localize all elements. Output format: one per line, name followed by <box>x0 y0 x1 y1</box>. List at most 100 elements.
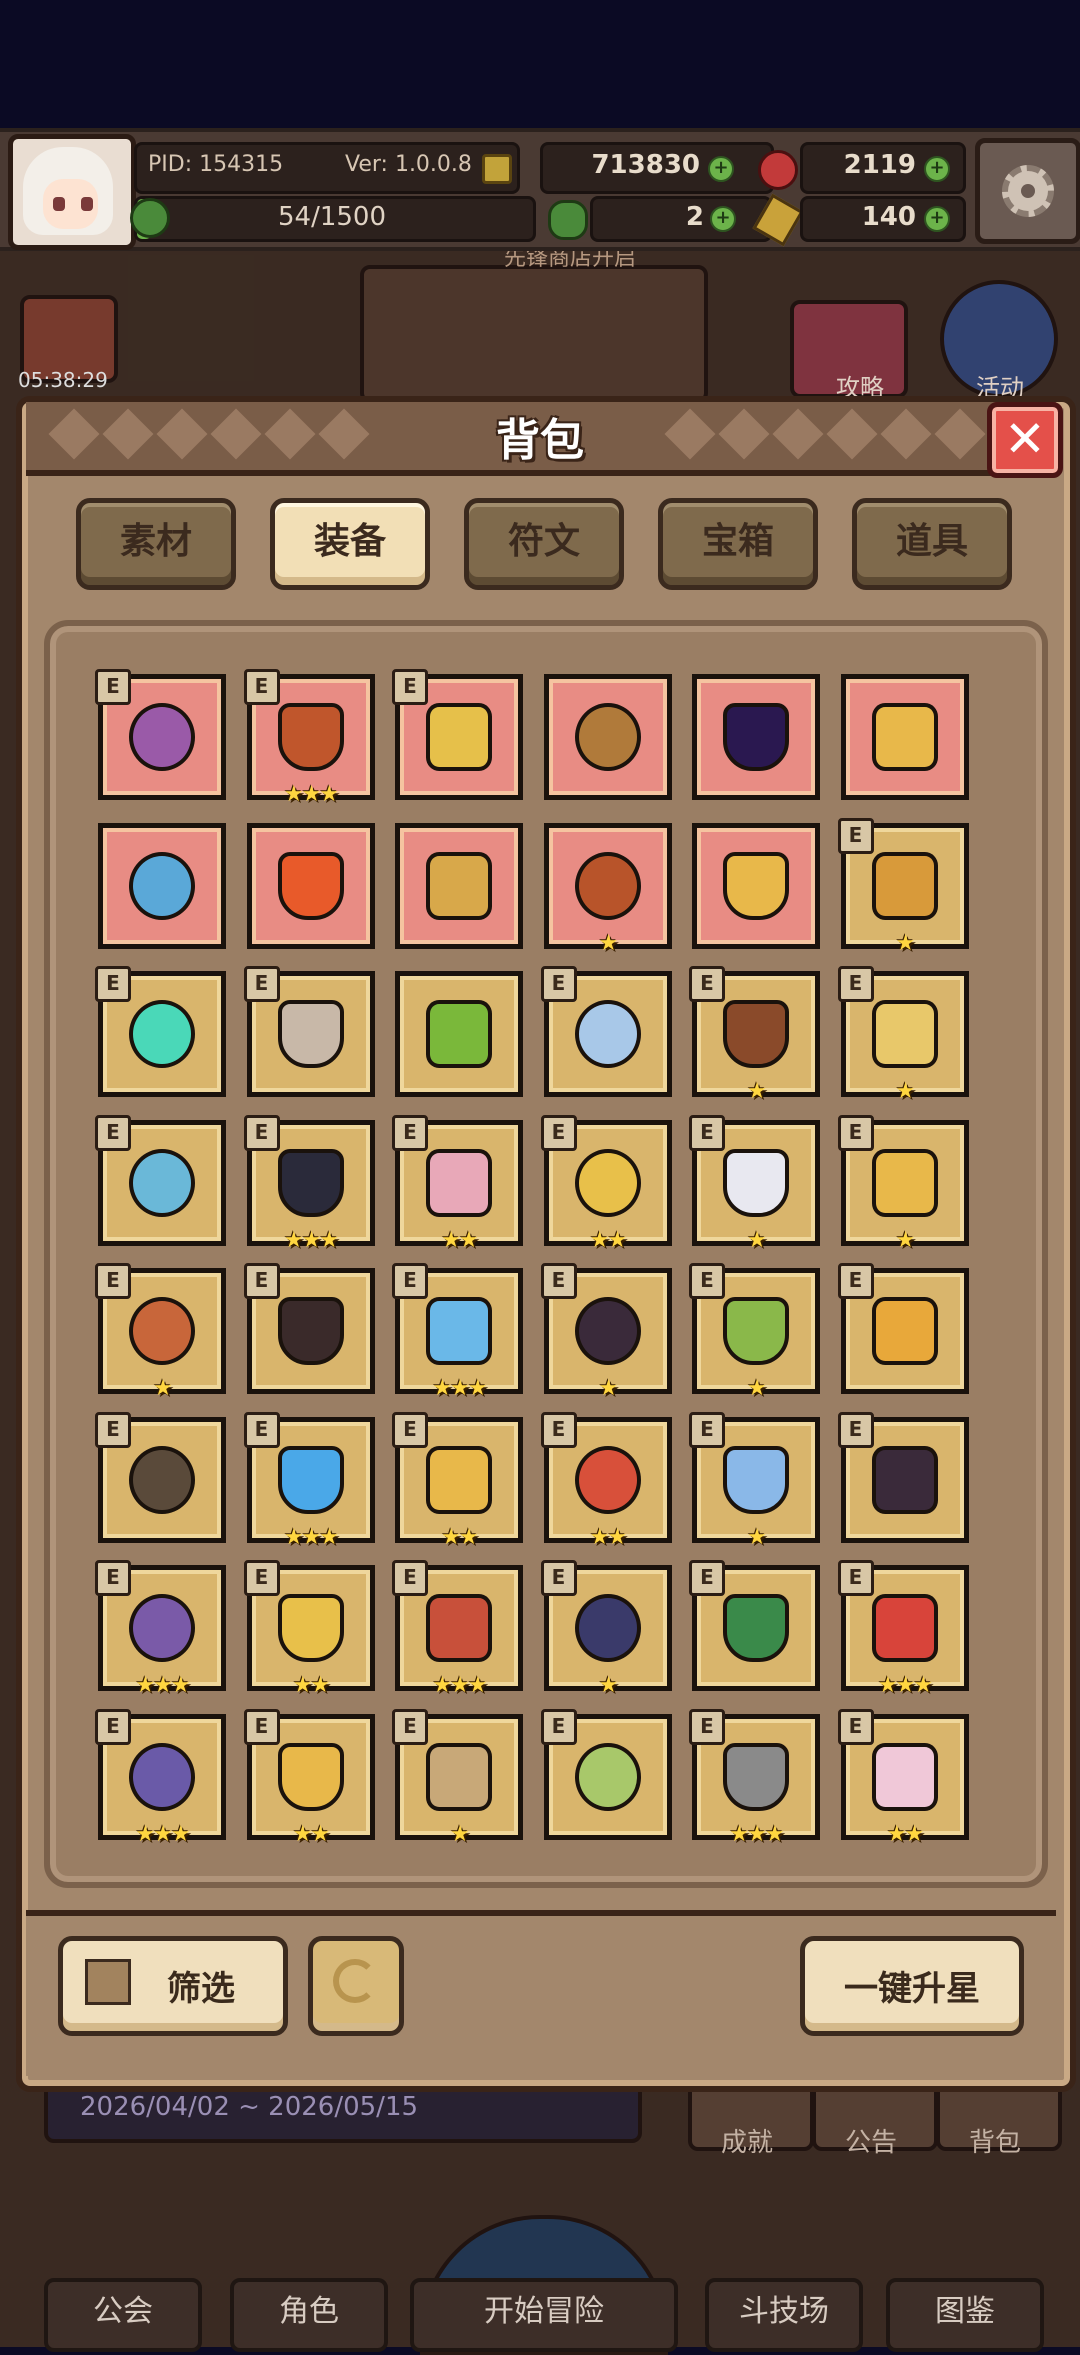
nav-guild[interactable]: 公会 <box>44 2278 202 2352</box>
filter-button[interactable]: 筛选 <box>58 1936 288 2036</box>
inventory-slot[interactable]: E ★★ <box>540 1114 672 1253</box>
emerald-band-icon <box>723 1594 789 1662</box>
inventory-slot[interactable]: E ★★ <box>392 1411 523 1550</box>
inventory-slot[interactable]: E ★★★ <box>243 1411 375 1550</box>
dialog-title: 背包 <box>496 415 584 466</box>
refresh-button[interactable] <box>308 1936 404 2036</box>
tab-materials[interactable]: 素材 <box>76 498 236 590</box>
nav-start-adventure[interactable]: 开始冒险 <box>410 2278 678 2352</box>
inventory-slot[interactable]: E ★★★ <box>392 1263 523 1401</box>
inventory-slot[interactable]: E ★ <box>540 1263 672 1401</box>
tab-runes[interactable]: 符文 <box>464 498 624 590</box>
add-keys-button[interactable]: + <box>924 206 950 232</box>
inventory-slot[interactable]: E ★★ <box>837 1708 969 1847</box>
inventory-slot[interactable]: E ★★★ <box>243 669 375 807</box>
inventory-slot[interactable]: E ★ <box>689 1114 820 1253</box>
tab-equipment[interactable]: 装备 <box>270 498 430 590</box>
inventory-slot[interactable]: E ★ <box>540 1560 672 1698</box>
inventory-slot[interactable]: E <box>95 1114 226 1246</box>
inventory-slot[interactable]: E ★ <box>837 1114 969 1253</box>
inventory-slot[interactable]: E <box>689 1560 820 1691</box>
inventory-slot[interactable] <box>692 822 820 949</box>
notice-label[interactable]: 公告 <box>812 2122 930 2159</box>
star-rating: ★★★ <box>283 1524 339 1550</box>
pendant-charm-icon <box>129 703 195 771</box>
equipped-badge: E <box>392 669 428 705</box>
inventory-slot[interactable]: E <box>95 669 226 800</box>
inventory-slot[interactable]: E <box>95 966 226 1097</box>
equipped-badge: E <box>540 1560 577 1596</box>
inventory-slot[interactable]: E ★ <box>689 1263 820 1401</box>
inventory-slot[interactable]: E ★ <box>837 966 969 1104</box>
nav-arena[interactable]: 斗技场 <box>705 2278 863 2352</box>
star-rating: ★ <box>895 1227 916 1253</box>
inventory-slot[interactable]: E ★★★ <box>837 1560 969 1698</box>
equipped-badge: E <box>689 1114 725 1151</box>
gem-belt-icon <box>574 1594 641 1662</box>
horned-shield-icon <box>723 1000 789 1068</box>
equipped-badge: E <box>540 1114 577 1151</box>
inventory-slot[interactable] <box>692 674 820 800</box>
inventory-slot[interactable]: E ★★★ <box>95 1560 226 1698</box>
shadow-gauntlet-icon <box>871 1445 938 1514</box>
equipped-badge: E <box>392 1263 428 1299</box>
close-button[interactable]: ✕ <box>987 402 1063 478</box>
inventory-slot[interactable]: E ★ <box>689 1411 820 1550</box>
inventory-slot[interactable]: E ★★ <box>392 1114 523 1253</box>
inventory-slot[interactable]: E <box>243 966 375 1097</box>
inventory-slot[interactable]: E ★★ <box>243 1708 375 1847</box>
inventory-slot[interactable] <box>246 822 375 949</box>
inventory-slot[interactable]: E <box>837 1411 969 1543</box>
inventory-slot[interactable]: E <box>837 1263 969 1394</box>
one-click-upgrade-button[interactable]: 一键升星 <box>800 1936 1024 2036</box>
inventory-slot[interactable]: E ★★★ <box>392 1560 523 1698</box>
add-gems-button[interactable]: + <box>924 156 950 182</box>
nav-codex[interactable]: 图鉴 <box>886 2278 1044 2352</box>
star-rating: ★ <box>450 1821 470 1847</box>
inventory-slot[interactable] <box>395 822 523 949</box>
achievement-label[interactable]: 成就 <box>688 2122 806 2159</box>
inventory-slot[interactable]: E <box>392 669 523 800</box>
inventory-slot[interactable]: E ★★ <box>243 1560 375 1698</box>
inventory-slot[interactable] <box>543 674 672 800</box>
add-gold-button[interactable]: + <box>708 156 734 182</box>
inventory-slot[interactable]: E ★ <box>392 1708 523 1847</box>
equipped-badge: E <box>540 1263 577 1299</box>
grid-icon <box>85 1959 131 2005</box>
gold-bracer-icon <box>426 1445 492 1514</box>
inventory-slot[interactable] <box>395 971 523 1097</box>
inventory-slot[interactable]: ★ <box>543 822 672 956</box>
inventory-slot[interactable] <box>840 674 969 800</box>
inventory-slot[interactable]: E <box>540 1708 672 1840</box>
equipped-badge: E <box>540 1411 577 1448</box>
inventory-slot[interactable]: E ★★★ <box>95 1708 226 1847</box>
inventory-slot[interactable]: E ★★★ <box>689 1708 820 1847</box>
tab-chests[interactable]: 宝箱 <box>658 498 818 590</box>
demon-armor-icon <box>277 1297 344 1365</box>
inventory-slot[interactable]: E ★ <box>837 817 969 956</box>
gold-ring-icon <box>426 703 492 771</box>
player-avatar[interactable] <box>8 134 136 250</box>
inventory-slot[interactable] <box>98 822 226 949</box>
add-clover-button[interactable]: + <box>710 206 736 232</box>
moss-boots-icon <box>574 1742 641 1811</box>
inventory-slot[interactable]: E <box>243 1263 375 1394</box>
winged-boots-icon <box>277 1742 344 1811</box>
frost-armor-icon <box>426 1297 492 1365</box>
dragon-gauntlet-icon <box>129 1445 195 1514</box>
inventory-slot[interactable]: E ★★★ <box>243 1114 375 1253</box>
nav-character[interactable]: 角色 <box>230 2278 388 2352</box>
star-rating: ★★★ <box>135 1673 190 1698</box>
bag-label[interactable]: 背包 <box>936 2122 1054 2159</box>
fire-ring-icon <box>277 851 344 920</box>
settings-button[interactable] <box>975 138 1080 244</box>
tab-items[interactable]: 道具 <box>852 498 1012 590</box>
inventory-slot[interactable]: E <box>95 1411 226 1543</box>
inventory-slot[interactable]: E ★★ <box>540 1411 672 1550</box>
inventory-slot[interactable]: E ★ <box>689 966 820 1104</box>
golden-scepter-icon <box>871 851 938 920</box>
inventory-slot[interactable]: E <box>540 966 672 1097</box>
inventory-slot[interactable]: E ★ <box>95 1263 226 1401</box>
equipped-badge: E <box>689 1708 725 1745</box>
equipped-badge: E <box>243 966 280 1002</box>
